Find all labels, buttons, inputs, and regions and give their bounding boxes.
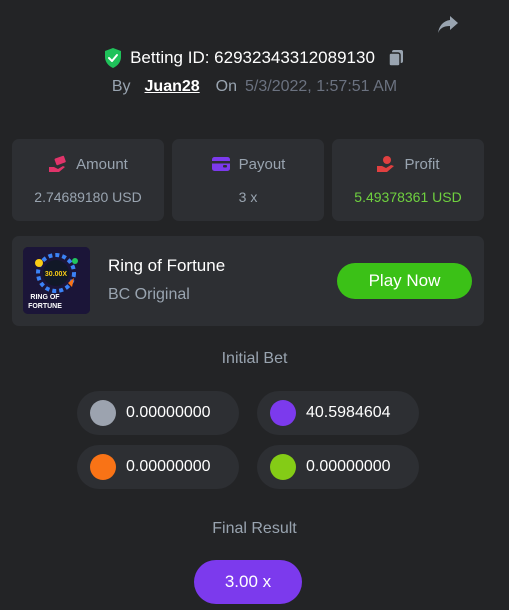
coin-amount: 40.5984604	[306, 404, 391, 421]
coin-icon	[270, 400, 296, 426]
coin-amount: 0.00000000	[126, 404, 211, 421]
bet-author-row: By Juan28 On 5/3/2022, 1:57:51 AM	[0, 76, 509, 98]
game-thumbnail[interactable]: 30.00X RING OF FORTUNE	[23, 247, 90, 314]
coin-pill[interactable]: 0.00000000	[77, 445, 239, 489]
amount-label: Amount	[76, 155, 128, 173]
hand-money-icon	[49, 155, 66, 172]
amount-value: 2.74689180 USD	[34, 189, 142, 205]
game-title[interactable]: Ring of Fortune	[108, 256, 225, 276]
profit-card: Profit 5.49378361 USD	[332, 139, 484, 221]
ring-of-fortune-thumbnail: 30.00X RING OF FORTUNE	[23, 247, 90, 314]
initial-bet-title: Initial Bet	[221, 350, 288, 367]
hand-coin-icon	[377, 156, 395, 172]
thumbnail-title-line2: FORTUNE	[28, 303, 62, 310]
thumbnail-multiplier: 30.00X	[45, 271, 68, 278]
by-label: By	[111, 78, 131, 95]
profit-label: Profit	[404, 155, 440, 173]
shield-check-icon	[105, 48, 122, 68]
payout-card: Payout 3 x	[172, 139, 324, 221]
amount-card: Amount 2.74689180 USD	[12, 139, 164, 221]
profit-value: 5.49378361 USD	[354, 189, 462, 205]
copy-icon[interactable]	[387, 49, 405, 67]
on-label: On	[215, 78, 238, 95]
game-subtitle: BC Original	[108, 286, 190, 303]
final-result-badge: 3.00 x	[194, 560, 302, 604]
play-now-button[interactable]: Play Now	[337, 263, 472, 299]
wallet-icon	[211, 157, 230, 171]
coin-icon	[90, 454, 116, 480]
final-result-title: Final Result	[212, 520, 297, 537]
share-button[interactable]	[436, 12, 460, 36]
payout-label: Payout	[238, 155, 286, 173]
coin-icon	[270, 454, 296, 480]
coin-pill[interactable]: 40.5984604	[257, 391, 419, 435]
betting-id-label: Betting ID: 62932343312089130	[130, 48, 375, 67]
game-card: 30.00X RING OF FORTUNE Ring of Fortune B…	[12, 236, 484, 326]
username-link[interactable]: Juan28	[145, 78, 200, 96]
betting-id-row: Betting ID: 62932343312089130	[0, 45, 509, 71]
coin-icon	[90, 400, 116, 426]
bet-timestamp: 5/3/2022, 1:57:51 AM	[245, 78, 398, 95]
coin-amount: 0.00000000	[126, 458, 211, 475]
coin-pill[interactable]: 0.00000000	[257, 445, 419, 489]
coin-amount: 0.00000000	[306, 458, 391, 475]
coin-pill[interactable]: 0.00000000	[77, 391, 239, 435]
share-arrow-icon	[438, 16, 458, 33]
payout-value: 3 x	[238, 189, 258, 205]
thumbnail-title-line1: RING OF	[30, 294, 60, 301]
